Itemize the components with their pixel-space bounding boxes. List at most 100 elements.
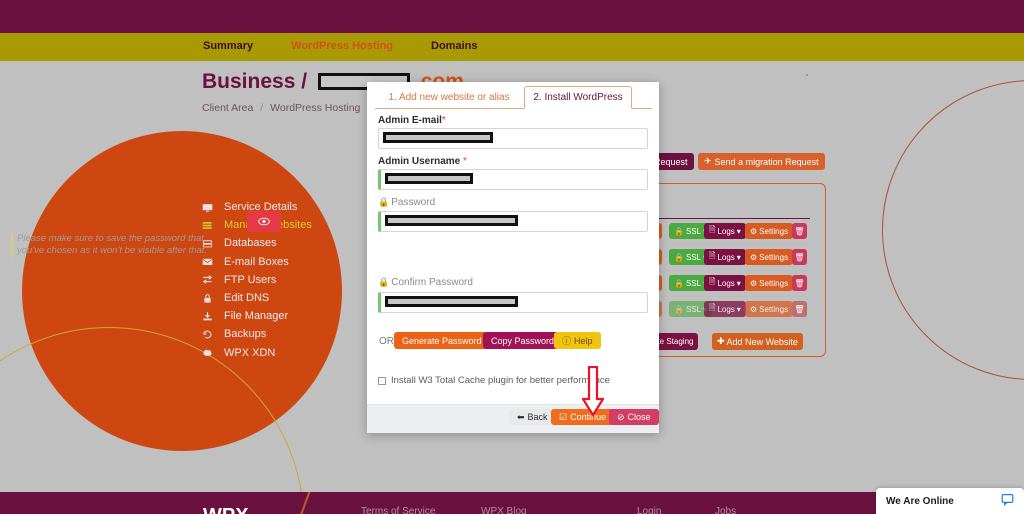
redacted-value bbox=[383, 132, 493, 143]
footer-link-login[interactable]: Login bbox=[637, 506, 661, 514]
settings-label: Settings bbox=[759, 252, 789, 262]
breadcrumb-item-client-area[interactable]: Client Area bbox=[202, 102, 253, 114]
decorative-dot bbox=[806, 74, 808, 76]
redacted-value bbox=[385, 173, 473, 184]
logs-label: Logs bbox=[717, 278, 735, 288]
logs-label: Logs bbox=[717, 226, 735, 236]
copy-password-button[interactable]: Copy Password bbox=[483, 332, 563, 349]
subnav-item-wordpress-hosting[interactable]: WordPress Hosting bbox=[291, 40, 407, 52]
chevron-down-icon: ▾ bbox=[736, 278, 741, 288]
ssl-label: SSL bbox=[685, 226, 702, 236]
footer-logo: WPX bbox=[203, 505, 249, 514]
admin-email-label: Admin E-mail* bbox=[378, 115, 446, 126]
modal-tabs: 1. Add new website or alias 2. Install W… bbox=[367, 82, 659, 109]
settings-button[interactable]: ⚙ Settings bbox=[745, 223, 794, 239]
required-mark: * bbox=[441, 115, 446, 126]
file-icon: 🗎 bbox=[709, 277, 716, 286]
password-hint-line2: you've chosen as it won't be visible aft… bbox=[17, 245, 208, 256]
lock-icon: 🔒 bbox=[674, 278, 684, 288]
sidebar-item-ftp-users[interactable]: FTP Users bbox=[202, 271, 352, 289]
settings-button[interactable]: ⚙ Settings bbox=[745, 249, 794, 265]
tab-add-new-website[interactable]: 1. Add new website or alias bbox=[377, 86, 521, 109]
sidebar-item-label: Edit DNS bbox=[224, 292, 270, 305]
page-root: WPX. Dashboard My Services⌄ My Account⌄ … bbox=[0, 0, 1024, 514]
password-label: 🔒 Password bbox=[378, 197, 435, 208]
logs-dropdown-button[interactable]: 🗎 Logs ▾ bbox=[704, 301, 746, 317]
send-migration-label: Send a migration Request bbox=[714, 156, 819, 167]
close-button[interactable]: ⊘ Close bbox=[609, 409, 659, 425]
send-migration-request-button[interactable]: ✈ Send a migration Request bbox=[698, 153, 825, 170]
trash-icon[interactable]: 🗑 bbox=[792, 301, 807, 317]
generate-password-button[interactable]: Generate Password bbox=[394, 332, 490, 349]
password-hint-line1: Please make sure to save the password th… bbox=[17, 233, 204, 244]
gear-icon: ⚙ bbox=[750, 278, 758, 288]
lock-icon bbox=[202, 293, 224, 304]
ban-icon: ⊘ bbox=[617, 411, 625, 422]
footer-link-jobs[interactable]: Jobs bbox=[715, 506, 736, 514]
sidebar-item-backups[interactable]: Backups bbox=[202, 325, 352, 343]
sidebar-item-label: File Manager bbox=[224, 310, 289, 323]
settings-label: Settings bbox=[759, 304, 789, 314]
confirm-password-label-text: Confirm Password bbox=[391, 277, 473, 288]
lock-icon: 🔒 bbox=[674, 226, 684, 236]
gear-icon: ⚙ bbox=[750, 252, 758, 262]
tab-install-wordpress[interactable]: 2. Install WordPress bbox=[524, 86, 632, 109]
chat-bubble-icon[interactable] bbox=[1001, 493, 1014, 509]
sidebar-item-wpx-xdn[interactable]: WPX XDN bbox=[202, 344, 352, 362]
admin-email-input[interactable] bbox=[378, 128, 648, 149]
add-new-website-button[interactable]: ✚ Add New Website bbox=[712, 333, 803, 350]
monitor-icon bbox=[202, 202, 224, 213]
admin-username-label-text: Admin Username bbox=[378, 156, 461, 167]
password-input[interactable] bbox=[378, 211, 648, 232]
cloud-icon bbox=[202, 347, 224, 358]
subnav-item-domains[interactable]: Domains bbox=[431, 40, 491, 52]
confirm-password-input[interactable] bbox=[378, 292, 648, 313]
admin-username-label: Admin Username * bbox=[378, 156, 467, 167]
file-icon: 🗎 bbox=[709, 251, 716, 260]
generate-password-label: Generate Password bbox=[402, 335, 482, 346]
w3tc-checkbox[interactable] bbox=[378, 376, 386, 385]
history-icon bbox=[202, 329, 224, 340]
create-staging-label: ate Staging bbox=[653, 337, 694, 346]
trash-icon[interactable]: 🗑 bbox=[792, 275, 807, 291]
w3tc-checkbox-row[interactable]: Install W3 Total Cache plugin for better… bbox=[378, 375, 610, 386]
password-label-text: Password bbox=[391, 197, 436, 208]
envelope-icon bbox=[202, 256, 224, 267]
trash-icon[interactable]: 🗑 bbox=[792, 249, 807, 265]
confirm-password-label: 🔒 Confirm Password bbox=[378, 277, 473, 288]
ssl-label: SSL bbox=[685, 304, 702, 314]
redacted-value bbox=[385, 215, 518, 226]
page-title-separator: / bbox=[301, 70, 308, 93]
or-text: OR bbox=[379, 336, 394, 347]
migration-request-label: Request bbox=[654, 156, 688, 167]
chevron-down-icon: ▾ bbox=[736, 304, 741, 314]
logs-dropdown-button[interactable]: 🗎 Logs ▾ bbox=[704, 275, 746, 291]
settings-button[interactable]: ⚙ Settings bbox=[745, 301, 794, 317]
settings-button[interactable]: ⚙ Settings bbox=[745, 275, 794, 291]
footer-link-terms-of-service[interactable]: Terms of Service bbox=[361, 506, 435, 514]
annotation-arrow-icon bbox=[581, 365, 605, 418]
ssl-label: SSL bbox=[685, 278, 702, 288]
footer-decorative-slash bbox=[296, 492, 318, 514]
sidebar-item-file-manager[interactable]: File Manager bbox=[202, 307, 352, 325]
sub-navigation: Summary WordPress Hosting Domains bbox=[203, 40, 515, 52]
trash-icon[interactable]: 🗑 bbox=[792, 223, 807, 239]
subnav-item-summary[interactable]: Summary bbox=[203, 40, 267, 52]
help-button[interactable]: ⓘ Help bbox=[554, 332, 601, 349]
sidebar-item-label: WPX XDN bbox=[224, 346, 276, 359]
logs-dropdown-button[interactable]: 🗎 Logs ▾ bbox=[704, 223, 746, 239]
chevron-down-icon: ▾ bbox=[736, 226, 741, 236]
chat-widget[interactable]: We Are Online bbox=[876, 488, 1024, 514]
eye-icon[interactable] bbox=[247, 211, 281, 232]
back-button[interactable]: ⬅ Back bbox=[509, 409, 556, 425]
breadcrumb-item-wordpress-hosting[interactable]: WordPress Hosting bbox=[270, 102, 360, 114]
question-circle-icon: ⓘ bbox=[562, 336, 572, 346]
logs-dropdown-button[interactable]: 🗎 Logs ▾ bbox=[704, 249, 746, 265]
admin-username-input[interactable] bbox=[378, 169, 648, 190]
sidebar-item-edit-dns[interactable]: Edit DNS bbox=[202, 289, 352, 307]
footer-logo-text: WPX bbox=[203, 505, 249, 514]
sidebar-item-label: FTP Users bbox=[224, 273, 277, 286]
lock-icon: 🔒 bbox=[674, 252, 684, 262]
list-icon bbox=[202, 220, 224, 231]
footer-link-wpx-blog[interactable]: WPX Blog bbox=[481, 506, 527, 514]
